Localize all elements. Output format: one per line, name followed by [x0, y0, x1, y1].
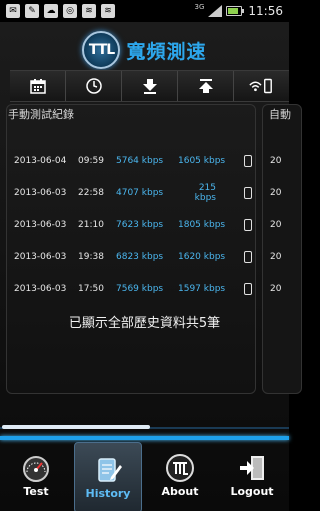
manual-history-title: 手動測試紀錄	[8, 108, 74, 121]
about-logo-icon	[166, 454, 194, 482]
calendar-column-button[interactable]	[10, 71, 66, 101]
auto-row-date: 20	[270, 156, 282, 166]
row-upload: 1605 kbps	[178, 156, 226, 166]
phone-icon	[244, 283, 252, 295]
download-icon	[142, 79, 157, 94]
wifi-phone-column-button[interactable]	[234, 71, 288, 101]
history-row[interactable]: 2013-06-03 19:38 6823 kbps 1620 kbps	[8, 240, 256, 274]
messenger-icon: ✎	[25, 4, 39, 18]
nav-about-label: About	[161, 485, 199, 498]
wifi-icon-2: ≋	[101, 4, 115, 18]
scrollbar-thumb[interactable]	[2, 425, 150, 429]
history-row[interactable]: 2013-06-03 17:50 7569 kbps 1597 kbps	[8, 272, 256, 306]
app-title: 寬頻測速	[126, 40, 207, 63]
battery-icon	[226, 6, 245, 16]
phone-icon	[244, 251, 252, 263]
row-download: 7569 kbps	[116, 284, 164, 294]
speedometer-icon	[23, 456, 49, 482]
status-time: 11:56	[248, 4, 283, 18]
row-date: 2013-06-03	[14, 284, 67, 294]
row-upload: 1597 kbps	[178, 284, 226, 294]
history-row[interactable]: 2013-06-04 09:59 5764 kbps 1605 kbps	[8, 144, 256, 178]
row-download: 5764 kbps	[116, 156, 164, 166]
history-summary: 已顯示全部歷史資料共5筆	[68, 316, 221, 331]
row-date: 2013-06-03	[14, 252, 67, 262]
auto-row-date: 20	[270, 284, 282, 294]
nav-history[interactable]: History	[74, 442, 142, 511]
logout-icon	[240, 456, 264, 480]
auto-history-panel	[262, 104, 302, 394]
horizontal-scrollbar[interactable]	[0, 424, 289, 432]
nav-test-label: Test	[23, 485, 49, 498]
column-toolbar	[10, 70, 289, 102]
row-date: 2013-06-04	[14, 156, 67, 166]
row-time: 19:38	[78, 252, 104, 262]
nav-about[interactable]: About	[144, 440, 216, 511]
row-upload: 215 kbps	[194, 183, 216, 203]
history-document-icon	[98, 458, 122, 482]
download-column-button[interactable]	[122, 71, 178, 101]
row-upload: 1805 kbps	[178, 220, 226, 230]
upload-icon	[198, 79, 213, 93]
auto-row-date: 20	[270, 220, 282, 230]
nav-history-label: History	[85, 487, 131, 500]
calendar-icon	[29, 79, 46, 94]
history-row[interactable]: 2013-06-03 21:10 7623 kbps 1805 kbps	[8, 208, 256, 242]
status-bar: ✉ ✎ ☁ ◎ ≋ ≋ 3G 11:56	[0, 0, 289, 22]
row-time: 21:10	[78, 220, 104, 230]
notification-icons: ✉ ✎ ☁ ◎ ≋ ≋	[6, 4, 115, 18]
app-logo: TTL	[82, 31, 121, 69]
cloud-icon: ☁	[44, 4, 58, 18]
clock-icon	[85, 78, 102, 94]
history-row[interactable]: 2013-06-03 22:58 4707 kbps 215 kbps	[8, 176, 256, 210]
auto-history-title: 自動	[269, 108, 291, 121]
row-upload: 1620 kbps	[178, 252, 226, 262]
auto-row-date: 20	[270, 252, 282, 262]
logo-icon: ◎	[63, 4, 77, 18]
row-time: 17:50	[78, 284, 104, 294]
phone-icon	[244, 219, 252, 231]
phone-icon	[244, 155, 252, 167]
auto-row-date: 20	[270, 188, 282, 198]
row-date: 2013-06-03	[14, 220, 67, 230]
email-icon: ✉	[6, 4, 20, 18]
wifi-icon: ≋	[82, 4, 96, 18]
row-download: 6823 kbps	[116, 252, 164, 262]
nav-logout-label: Logout	[230, 485, 274, 498]
row-time: 22:58	[78, 188, 104, 198]
row-download: 4707 kbps	[116, 188, 164, 198]
wifi-phone-icon	[249, 78, 272, 94]
nav-logout[interactable]: Logout	[216, 440, 288, 511]
logo-text: TTL	[88, 42, 115, 58]
row-date: 2013-06-03	[14, 188, 67, 198]
network-badge: 3G	[194, 3, 205, 11]
upload-column-button[interactable]	[178, 71, 234, 101]
phone-icon	[244, 187, 252, 199]
row-time: 09:59	[78, 156, 104, 166]
nav-test[interactable]: Test	[0, 440, 72, 511]
bottom-nav: Test History About Logout	[0, 440, 289, 511]
clock-column-button[interactable]	[66, 71, 122, 101]
signal-icon	[208, 5, 223, 17]
row-download: 7623 kbps	[116, 220, 164, 230]
